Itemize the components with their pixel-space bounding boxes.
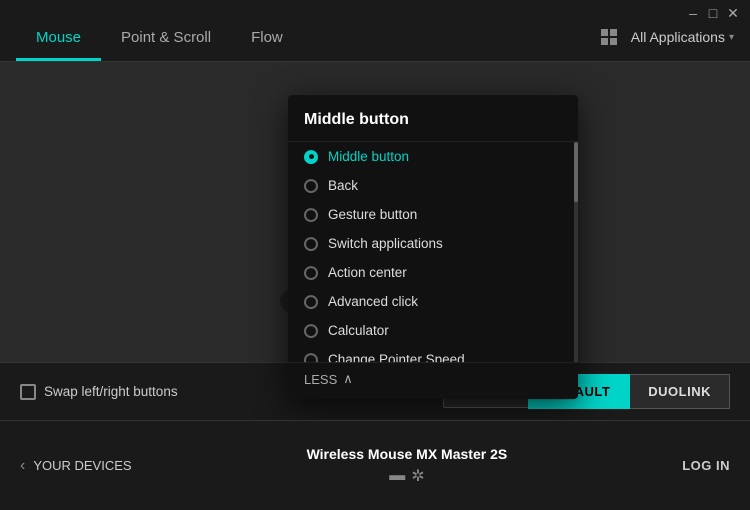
header: Mouse Point & Scroll Flow All Applicatio… <box>0 0 750 62</box>
dropdown-item-middle-button[interactable]: Middle button <box>288 142 578 171</box>
dropdown-item-label: Advanced click <box>328 294 418 309</box>
dropdown-item-label: Calculator <box>328 323 389 338</box>
radio-empty-icon <box>304 179 318 193</box>
dropdown-item-label: Gesture button <box>328 207 417 222</box>
nav-tabs: Mouse Point & Scroll Flow <box>16 17 595 61</box>
dropdown-item-switch-apps[interactable]: Switch applications <box>288 229 578 258</box>
radio-empty-icon <box>304 237 318 251</box>
login-button[interactable]: LOG IN <box>682 458 730 473</box>
battery-icon: ▬ <box>389 467 405 485</box>
chevron-left-icon: ‹ <box>20 457 25 475</box>
chevron-down-icon: ▾ <box>729 32 734 43</box>
less-label: LESS <box>304 372 337 387</box>
device-name: Wireless Mouse MX Master 2S <box>307 446 508 462</box>
dropdown-item-advanced-click[interactable]: Advanced click <box>288 287 578 316</box>
minimize-button[interactable]: – <box>684 4 702 22</box>
radio-empty-icon <box>304 295 318 309</box>
scrollbar-thumb[interactable] <box>574 142 578 202</box>
tab-point-scroll[interactable]: Point & Scroll <box>101 17 231 61</box>
dropdown-item-action-center[interactable]: Action center <box>288 258 578 287</box>
dropdown-item-label: Middle button <box>328 149 409 164</box>
chevron-up-icon: ∧ <box>343 371 353 387</box>
app-selector-label: All Applications <box>631 29 725 45</box>
your-devices-button[interactable]: ‹ YOUR DEVICES <box>20 457 132 475</box>
close-button[interactable]: ✕ <box>724 4 742 22</box>
app-selector[interactable]: All Applications ▾ <box>631 29 734 45</box>
duolink-button[interactable]: DUOLINK <box>630 374 730 409</box>
swap-checkbox[interactable] <box>20 384 36 400</box>
footer-center: Wireless Mouse MX Master 2S ▬ ✲ <box>132 446 683 486</box>
header-right: All Applications ▾ <box>595 23 734 61</box>
dropdown-title: Middle button <box>288 95 578 142</box>
dropdown-item-label: Switch applications <box>328 236 443 251</box>
dropdown-item-label: Action center <box>328 265 407 280</box>
radio-empty-icon <box>304 324 318 338</box>
dropdown-item-back[interactable]: Back <box>288 171 578 200</box>
dropdown-item-label: Change Pointer Speed <box>328 352 465 362</box>
dropdown-item-gesture[interactable]: Gesture button <box>288 200 578 229</box>
bluetooth-icon: ✲ <box>411 466 424 486</box>
radio-empty-icon <box>304 208 318 222</box>
tab-flow[interactable]: Flow <box>231 17 303 61</box>
your-devices-label: YOUR DEVICES <box>33 458 131 473</box>
radio-filled-icon <box>304 150 318 164</box>
dropdown-list[interactable]: Middle button Back Gesture button Switch… <box>288 142 578 362</box>
grid-icon <box>595 23 623 51</box>
dropdown-item-change-pointer[interactable]: Change Pointer Speed <box>288 345 578 362</box>
radio-empty-icon <box>304 353 318 363</box>
dropdown-item-label: Back <box>328 178 358 193</box>
swap-buttons-area[interactable]: Swap left/right buttons <box>20 384 178 400</box>
dropdown-popup: Middle button Middle button Back Gesture… <box>288 95 578 399</box>
title-bar: – □ ✕ <box>676 0 750 26</box>
device-icons: ▬ ✲ <box>389 466 424 486</box>
radio-empty-icon <box>304 266 318 280</box>
tab-mouse[interactable]: Mouse <box>16 17 101 61</box>
swap-label: Swap left/right buttons <box>44 384 178 399</box>
footer: ‹ YOUR DEVICES Wireless Mouse MX Master … <box>0 420 750 510</box>
maximize-button[interactable]: □ <box>704 4 722 22</box>
dropdown-less-button[interactable]: LESS ∧ <box>288 362 578 399</box>
dropdown-item-calculator[interactable]: Calculator <box>288 316 578 345</box>
